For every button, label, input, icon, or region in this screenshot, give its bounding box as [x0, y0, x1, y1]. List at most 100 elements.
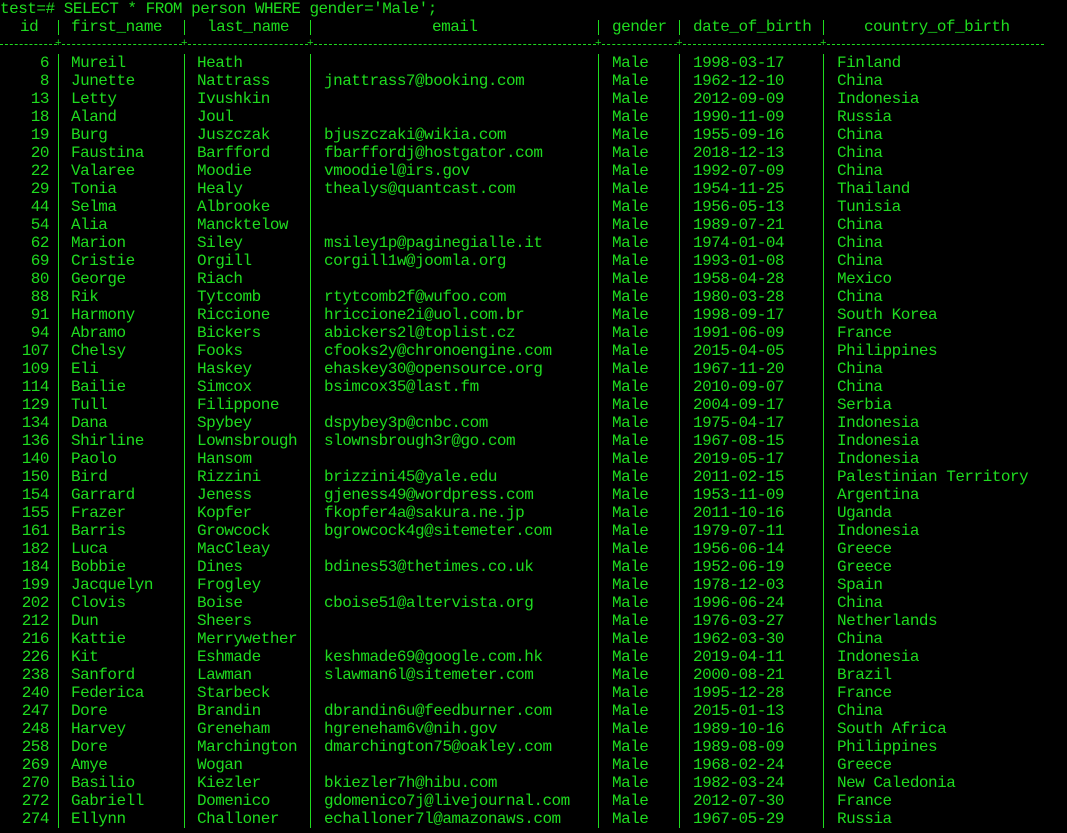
cell-id: 155 — [21, 504, 50, 522]
cell-id: 240 — [21, 684, 50, 702]
cell-date-of-birth: 1995-12-28 — [693, 684, 785, 702]
column-separator — [679, 54, 680, 72]
column-separator — [184, 576, 185, 594]
cell-date-of-birth: 1998-03-17 — [693, 54, 785, 72]
table-row: 154 Garrard Jeness gjeness49@wordpress.com M… — [0, 486, 1067, 504]
cell-date-of-birth: 1993-01-08 — [693, 252, 785, 270]
cell-email: corgill1w@joomla.org — [324, 252, 507, 270]
cell-email: dspybey3p@cnbc.com — [324, 414, 488, 432]
terminal-window[interactable]: test=# SELECT * FROM person WHERE gender… — [0, 0, 1067, 833]
column-separator — [184, 270, 185, 288]
column-separator — [58, 324, 59, 342]
column-separator — [310, 504, 311, 522]
column-separator — [310, 468, 311, 486]
column-separator — [184, 522, 185, 540]
column-separator — [679, 522, 680, 540]
column-separator — [184, 702, 185, 720]
table-row: 107 Chelsy Fooks cfooks2y@chronoengine.com M… — [0, 342, 1067, 360]
cell-gender: Male — [612, 468, 649, 486]
cell-gender: Male — [612, 342, 649, 360]
cell-country-of-birth: Tunisia — [837, 198, 901, 216]
cell-id: 18 — [30, 108, 50, 126]
cell-id: 107 — [21, 342, 50, 360]
cell-id: 202 — [21, 594, 50, 612]
cell-date-of-birth: 1953-11-09 — [693, 486, 785, 504]
column-separator — [310, 810, 311, 828]
table-row: 44 Selma Albrooke Male 1956-05-13 Tunisia — [0, 198, 1067, 216]
cell-date-of-birth: 1996-06-24 — [693, 594, 785, 612]
column-separator — [184, 432, 185, 450]
cell-email: ehaskey30@opensource.org — [324, 360, 543, 378]
cell-gender: Male — [612, 684, 649, 702]
column-separator — [310, 378, 311, 396]
cell-country-of-birth: Thailand — [837, 180, 910, 198]
column-separator — [184, 144, 185, 162]
column-separator — [58, 414, 59, 432]
cell-country-of-birth: New Caledonia — [837, 774, 956, 792]
cell-first-name: Basilio — [71, 774, 135, 792]
column-header-email: email — [432, 18, 478, 36]
cell-gender: Male — [612, 504, 649, 522]
column-separator — [823, 702, 824, 720]
cell-gender: Male — [612, 378, 649, 396]
cell-gender: Male — [612, 144, 649, 162]
column-separator — [184, 486, 185, 504]
cell-last-name: Frogley — [197, 576, 261, 594]
column-separator — [184, 360, 185, 378]
column-separator — [679, 684, 680, 702]
column-separator — [679, 252, 680, 270]
cell-id: 129 — [21, 396, 50, 414]
column-separator — [58, 360, 59, 378]
header-divider: + + + + + + — [0, 36, 1067, 54]
column-separator — [58, 522, 59, 540]
cell-date-of-birth: 1967-11-20 — [693, 360, 785, 378]
column-separator — [184, 774, 185, 792]
column-separator — [598, 612, 599, 630]
cell-first-name: Harmony — [71, 306, 135, 324]
cell-last-name: Boise — [197, 594, 243, 612]
column-separator — [679, 432, 680, 450]
cell-last-name: Nattrass — [197, 72, 270, 90]
column-separator — [184, 216, 185, 234]
column-separator — [823, 486, 824, 504]
column-separator — [679, 630, 680, 648]
cell-gender: Male — [612, 666, 649, 684]
column-separator — [184, 720, 185, 738]
column-separator — [310, 90, 311, 108]
cell-date-of-birth: 1956-05-13 — [693, 198, 785, 216]
column-separator — [310, 144, 311, 162]
column-separator — [58, 540, 59, 558]
divider-cross: + — [820, 38, 827, 50]
column-separator — [823, 20, 824, 35]
column-separator — [58, 630, 59, 648]
column-separator — [598, 144, 599, 162]
column-separator — [58, 792, 59, 810]
cell-country-of-birth: Indonesia — [837, 432, 919, 450]
cell-id: 270 — [21, 774, 50, 792]
table-row: 13 Letty Ivushkin Male 2012-09-09 Indonesia — [0, 90, 1067, 108]
cell-gender: Male — [612, 126, 649, 144]
cell-date-of-birth: 1989-10-16 — [693, 720, 785, 738]
column-header-gender: gender — [612, 18, 667, 36]
column-separator — [679, 198, 680, 216]
column-separator — [184, 234, 185, 252]
column-separator — [679, 288, 680, 306]
column-separator — [679, 378, 680, 396]
column-separator — [310, 558, 311, 576]
divider-cross: + — [55, 38, 62, 50]
column-separator — [184, 324, 185, 342]
table-row: 202 Clovis Boise cboise51@altervista.org Mal… — [0, 594, 1067, 612]
column-separator — [184, 378, 185, 396]
cell-first-name: Paolo — [71, 450, 117, 468]
cell-gender: Male — [612, 486, 649, 504]
column-separator — [598, 756, 599, 774]
cell-first-name: Tull — [71, 396, 108, 414]
column-separator — [679, 396, 680, 414]
cell-id: 80 — [30, 270, 50, 288]
cell-gender: Male — [612, 738, 649, 756]
column-separator — [58, 198, 59, 216]
column-separator — [679, 666, 680, 684]
column-separator — [184, 468, 185, 486]
cell-date-of-birth: 1954-11-25 — [693, 180, 785, 198]
column-separator — [679, 324, 680, 342]
